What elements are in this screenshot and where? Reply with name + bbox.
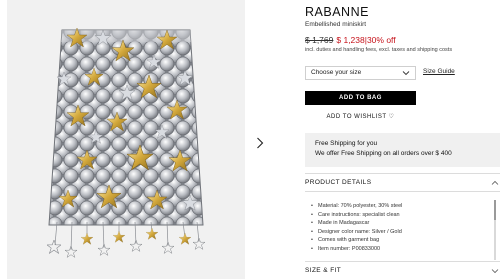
size-guide-link[interactable]: Size Guide — [423, 68, 455, 75]
product-details-panel: RABANNE Embellished miniskirt $ 1,769 $ 1… — [305, 5, 500, 279]
list-item: Material: 70% polyester, 30% steel — [311, 202, 489, 211]
size-fit-heading[interactable]: SIZE & FIT — [305, 267, 341, 274]
size-select[interactable]: Choose your size — [305, 66, 416, 80]
shipping-text: We offer Free Shipping on all orders ove… — [315, 150, 452, 157]
product-details-heading[interactable]: PRODUCT DETAILS — [305, 179, 371, 186]
brand-name[interactable]: RABANNE — [305, 5, 500, 19]
list-item: Comes with garment bag — [311, 236, 489, 245]
tax-note: incl. duties and handling fees, excl. ta… — [305, 47, 453, 53]
discount-badge: |30% off — [364, 35, 396, 45]
chevron-up-icon[interactable] — [491, 179, 499, 187]
add-to-bag-button[interactable]: ADD TO BAG — [305, 91, 416, 105]
divider — [305, 173, 500, 174]
product-name: Embellished miniskirt — [305, 21, 367, 28]
chevron-right-icon — [257, 137, 264, 149]
list-item: Item number: P00833000 — [311, 245, 489, 254]
add-to-wishlist-button[interactable]: ADD TO WISHLIST ♡ — [305, 110, 416, 124]
shipping-banner: Free Shipping for you We offer Free Ship… — [305, 133, 500, 167]
list-item: Care instructions: specialist clean — [311, 211, 489, 220]
details-scrollbar[interactable] — [494, 200, 496, 260]
price-row: $ 1,769 $ 1,238|30% off — [305, 35, 500, 46]
shipping-title: Free Shipping for you — [315, 140, 378, 147]
original-price: $ 1,769 — [305, 35, 334, 45]
divider — [305, 261, 500, 262]
size-select-placeholder: Choose your size — [311, 69, 362, 76]
skirt-illustration — [47, 28, 205, 258]
chevron-down-icon — [402, 71, 410, 76]
product-gallery — [0, 0, 290, 279]
product-details-list: Material: 70% polyester, 30% steel Care … — [311, 202, 489, 253]
product-image — [7, 0, 245, 279]
size-row: Choose your size Size Guide — [305, 66, 500, 80]
divider — [305, 191, 500, 192]
chevron-down-icon[interactable] — [491, 267, 499, 275]
list-item: Made in Madagascar — [311, 219, 489, 228]
scrollbar-thumb[interactable] — [494, 200, 496, 220]
next-image-button[interactable] — [253, 135, 267, 151]
list-item: Designer color name: Silver / Gold — [311, 228, 489, 237]
sale-price: $ 1,238 — [336, 35, 365, 45]
